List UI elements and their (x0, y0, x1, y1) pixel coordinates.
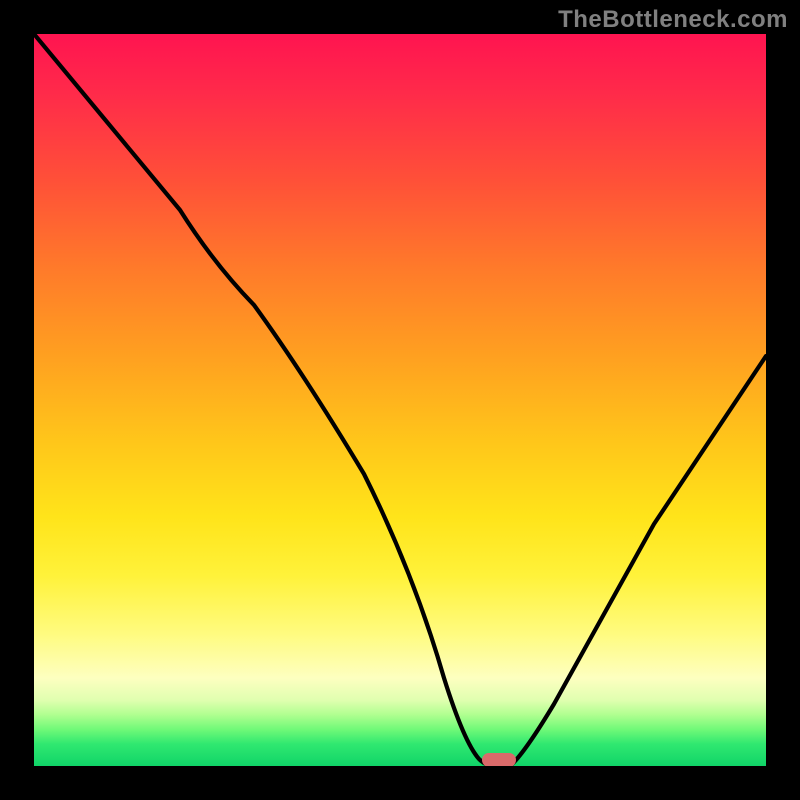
bottleneck-curve (34, 34, 766, 766)
chart-frame: TheBottleneck.com (0, 0, 800, 800)
curve-path (34, 34, 766, 766)
plot-area (34, 34, 766, 766)
optimal-point-marker (482, 753, 516, 766)
attribution-text: TheBottleneck.com (558, 6, 788, 34)
